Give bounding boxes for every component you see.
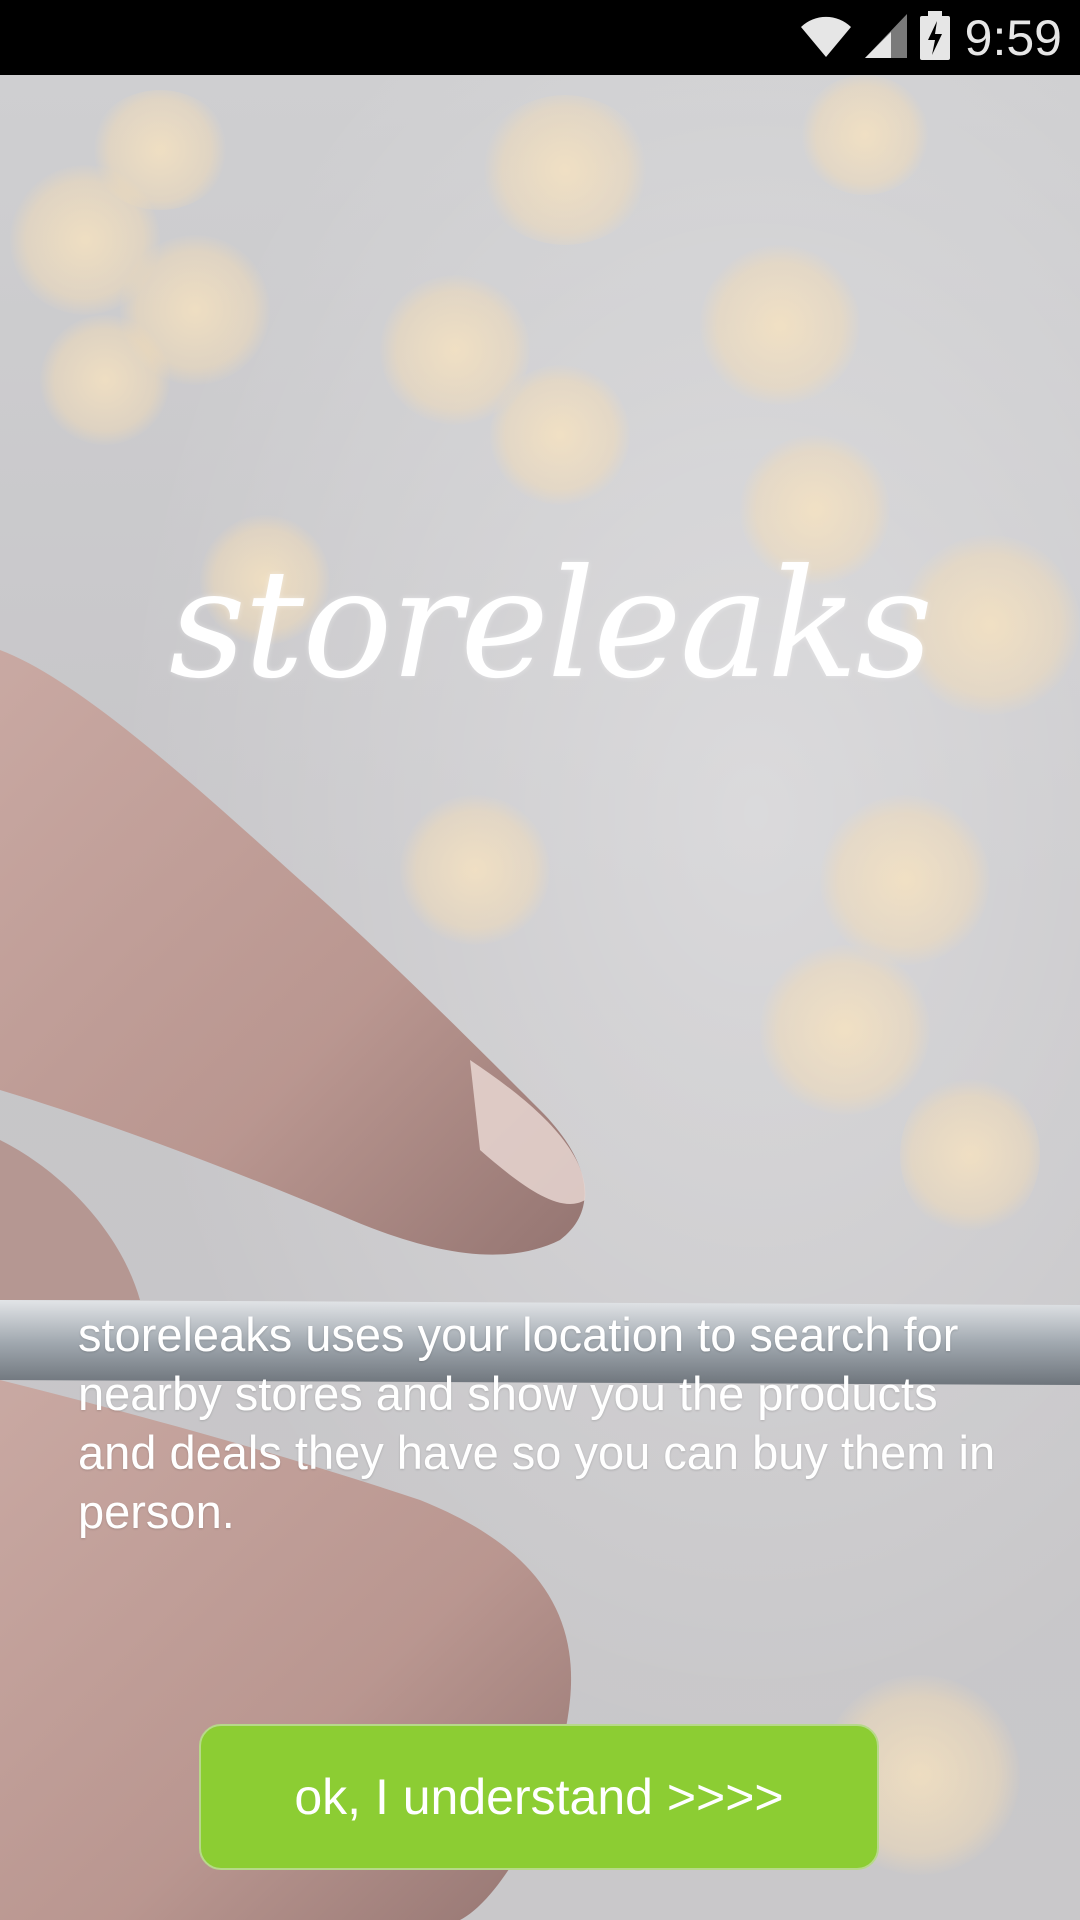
status-time: 9:59 <box>964 10 1062 66</box>
battery-charging-icon <box>919 11 951 65</box>
location-permission-description: storeleaks uses your location to search … <box>78 1308 996 1538</box>
wifi-icon <box>799 13 853 63</box>
app-logo: storeleaks <box>168 538 933 712</box>
permission-screen: 9:59 storeleaks storeleaks uses your loc… <box>0 0 1080 1920</box>
status-icons: 9:59 <box>799 8 1062 68</box>
ok-understand-button[interactable]: ok, I understand >>>> <box>199 1724 879 1870</box>
status-bar: 9:59 <box>0 0 1080 75</box>
cell-signal-icon <box>863 12 909 64</box>
